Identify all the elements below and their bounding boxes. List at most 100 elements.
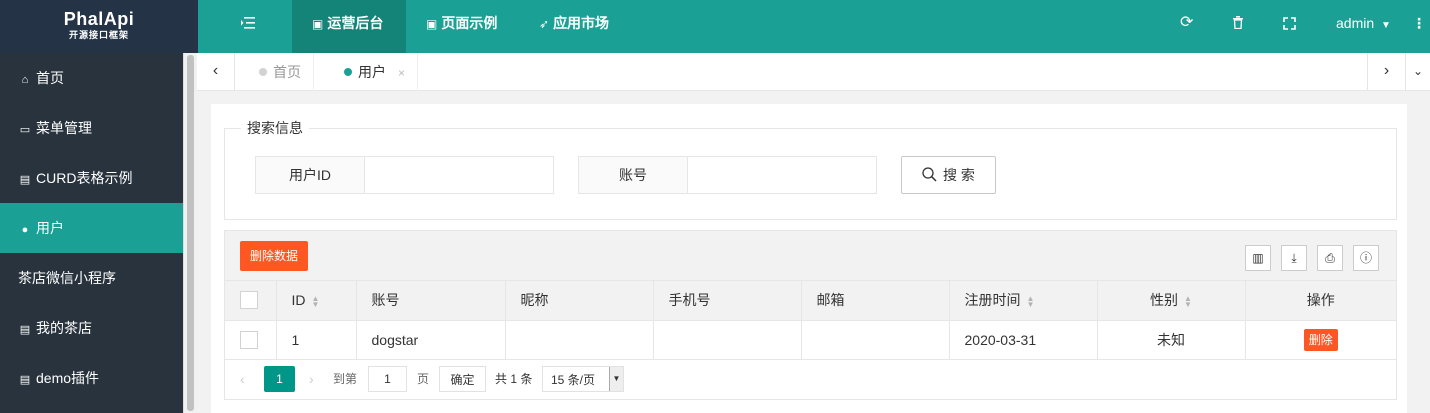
column-header-id[interactable]: ID ▲ ▼	[276, 281, 357, 321]
account-input[interactable]	[687, 156, 877, 194]
select-all-cell	[225, 281, 277, 321]
sidebar-item-users[interactable]: ● 用户	[0, 203, 183, 253]
row-delete-button[interactable]: 删除	[1303, 328, 1338, 351]
table-icon: ▤	[19, 174, 31, 186]
sort-icon[interactable]: ▲ ▼	[1184, 294, 1192, 308]
user-menu[interactable]: admin ▼	[1336, 0, 1391, 53]
print-icon[interactable]: ⎙	[1317, 245, 1343, 271]
sidebar-item-my-tea-shop[interactable]: ▤ 我的茶店	[0, 303, 183, 353]
users-icon: ●	[21, 224, 29, 236]
nav-page-examples[interactable]: ▣ 页面示例	[426, 0, 497, 53]
tab-bar: ‹ 首页 用户 × › ⌄	[197, 53, 1430, 91]
search-button[interactable]: 搜 索	[901, 156, 996, 194]
tab-label: 用户	[358, 64, 386, 80]
table-row: 1 dogstar 2020-03-31 未知 删除	[225, 320, 1396, 360]
sidebar-item-label: 我的茶店	[36, 320, 92, 336]
next-page-icon[interactable]: ›	[309, 366, 314, 392]
table-icon: ▤	[19, 374, 31, 386]
sidebar: ⌂ 首页 ▭ 菜单管理 ▤ CURD表格示例 ● 用户 茶店微信小程序 ▤ 我的茶店 ▤ d…	[0, 53, 183, 413]
goto-label: 到第	[333, 372, 358, 386]
sidebar-item-label: 用户	[36, 220, 64, 236]
chevron-down-icon[interactable]: ⌄	[1405, 53, 1430, 91]
more-vertical-icon[interactable]: ⋮	[1412, 0, 1426, 53]
sidebar-item-label: 菜单管理	[36, 120, 92, 136]
sidebar-item-label: 首页	[36, 70, 64, 86]
sidebar-item-demo-plugin[interactable]: ▤ demo插件	[0, 353, 183, 403]
trash-icon[interactable]	[1232, 0, 1244, 53]
row-select-cell	[225, 320, 277, 360]
export-icon[interactable]: ⤓	[1281, 245, 1307, 271]
table-toolbar: 删除数据 ▥ ⤓ ⎙ ⓘ	[225, 231, 1396, 281]
account-label: 账号	[578, 156, 688, 194]
top-header: PhalApi 开源接口框架 ▣ 运营后台 ▣ 页面示例 ➶ 应用市场 ⟳ admin…	[0, 0, 1430, 53]
cell-action: 删除	[1245, 320, 1396, 360]
close-icon[interactable]: ×	[398, 54, 405, 92]
select-all-checkbox[interactable]	[240, 291, 258, 310]
columns-icon[interactable]: ▥	[1245, 245, 1271, 271]
tab-dot	[259, 68, 267, 76]
nav-label: 应用市场	[553, 15, 610, 31]
home-icon: ⌂	[21, 74, 29, 86]
cell-email	[801, 320, 950, 360]
cell-id: 1	[276, 320, 357, 360]
search-button-label: 搜 索	[943, 167, 975, 183]
tab-label: 首页	[273, 64, 301, 80]
nav-label: 运营后台	[327, 15, 384, 31]
sidebar-item-tea-miniprogram[interactable]: 茶店微信小程序	[0, 253, 183, 303]
column-header-action: 操作	[1245, 281, 1396, 321]
tab-users[interactable]: 用户 ×	[332, 53, 419, 92]
column-header-email: 邮箱	[801, 281, 950, 321]
search-icon	[922, 167, 937, 182]
rocket-icon: ➶	[539, 17, 550, 31]
cell-reg-time: 2020-03-31	[949, 320, 1098, 360]
search-legend: 搜索信息	[247, 120, 303, 136]
logo-title: PhalApi	[63, 9, 135, 29]
sidebar-item-curd[interactable]: ▤ CURD表格示例	[0, 153, 183, 203]
logo[interactable]: PhalApi 开源接口框架	[0, 0, 198, 53]
page-unit-label: 页	[417, 372, 430, 386]
fullscreen-icon[interactable]	[1283, 0, 1296, 53]
cell-nickname	[505, 320, 654, 360]
scrollbar-thumb[interactable]	[187, 55, 194, 411]
page-current[interactable]: 1	[264, 366, 295, 392]
caret-down-icon: ▼	[1381, 20, 1391, 31]
goto-page-input[interactable]	[368, 366, 407, 392]
pagination: ‹ 1 › 到第 页 确定 共 1 条 15 条/页 ▼	[225, 359, 1396, 399]
sidebar-item-home[interactable]: ⌂ 首页	[0, 53, 183, 103]
tab-scroll-right-icon[interactable]: ›	[1367, 53, 1405, 91]
per-page-select[interactable]: 15 条/页 ▼	[542, 366, 624, 392]
content-panel: 搜索信息 用户ID 账号 搜 索 删除数据 ▥ ⤓ ⎙ ⓘ ID▲▼ 账号	[211, 104, 1407, 413]
info-icon[interactable]: ⓘ	[1353, 245, 1379, 271]
window-icon: ▭	[19, 124, 31, 136]
user-id-input[interactable]	[364, 156, 554, 194]
prev-page-icon[interactable]: ‹	[240, 366, 245, 392]
goto-confirm-button[interactable]: 确定	[439, 366, 486, 392]
sidebar-scrollbar[interactable]	[183, 53, 197, 413]
nav-label: 页面示例	[441, 15, 498, 31]
row-checkbox[interactable]	[240, 330, 258, 349]
user-name: admin	[1336, 15, 1375, 31]
sidebar-item-label: 茶店微信小程序	[18, 270, 116, 286]
tab-scroll-left-icon[interactable]: ‹	[197, 53, 235, 91]
list-icon[interactable]	[240, 0, 256, 53]
sidebar-item-menu-management[interactable]: ▭ 菜单管理	[0, 103, 183, 153]
nav-operations[interactable]: ▣ 运营后台	[292, 0, 406, 53]
column-header-account: 账号	[356, 281, 506, 321]
tab-home[interactable]: 首页	[247, 53, 314, 91]
sort-icon[interactable]: ▲ ▼	[1027, 294, 1035, 308]
cell-account: dogstar	[356, 320, 506, 360]
data-table: 删除数据 ▥ ⤓ ⎙ ⓘ ID ▲ ▼ 账号 昵称 手机号 邮箱 注册时间 ▲ ▼ 性别…	[224, 230, 1397, 400]
user-id-label: 用户ID	[255, 156, 365, 194]
total-count: 共 1 条	[495, 372, 533, 386]
user-card-icon: ▣	[312, 17, 324, 31]
nav-app-market[interactable]: ➶ 应用市场	[539, 0, 609, 53]
table-icon: ▤	[19, 324, 31, 336]
sort-icon[interactable]: ▲ ▼	[312, 294, 320, 308]
select-caret-icon: ▼	[609, 367, 623, 391]
refresh-icon[interactable]: ⟳	[1180, 0, 1193, 53]
column-header-gender[interactable]: 性别 ▲ ▼	[1097, 281, 1246, 321]
cell-phone	[653, 320, 802, 360]
delete-data-button[interactable]: 删除数据	[240, 241, 309, 271]
column-header-reg-time[interactable]: 注册时间 ▲ ▼	[949, 281, 1098, 321]
cell-gender: 未知	[1097, 320, 1246, 360]
